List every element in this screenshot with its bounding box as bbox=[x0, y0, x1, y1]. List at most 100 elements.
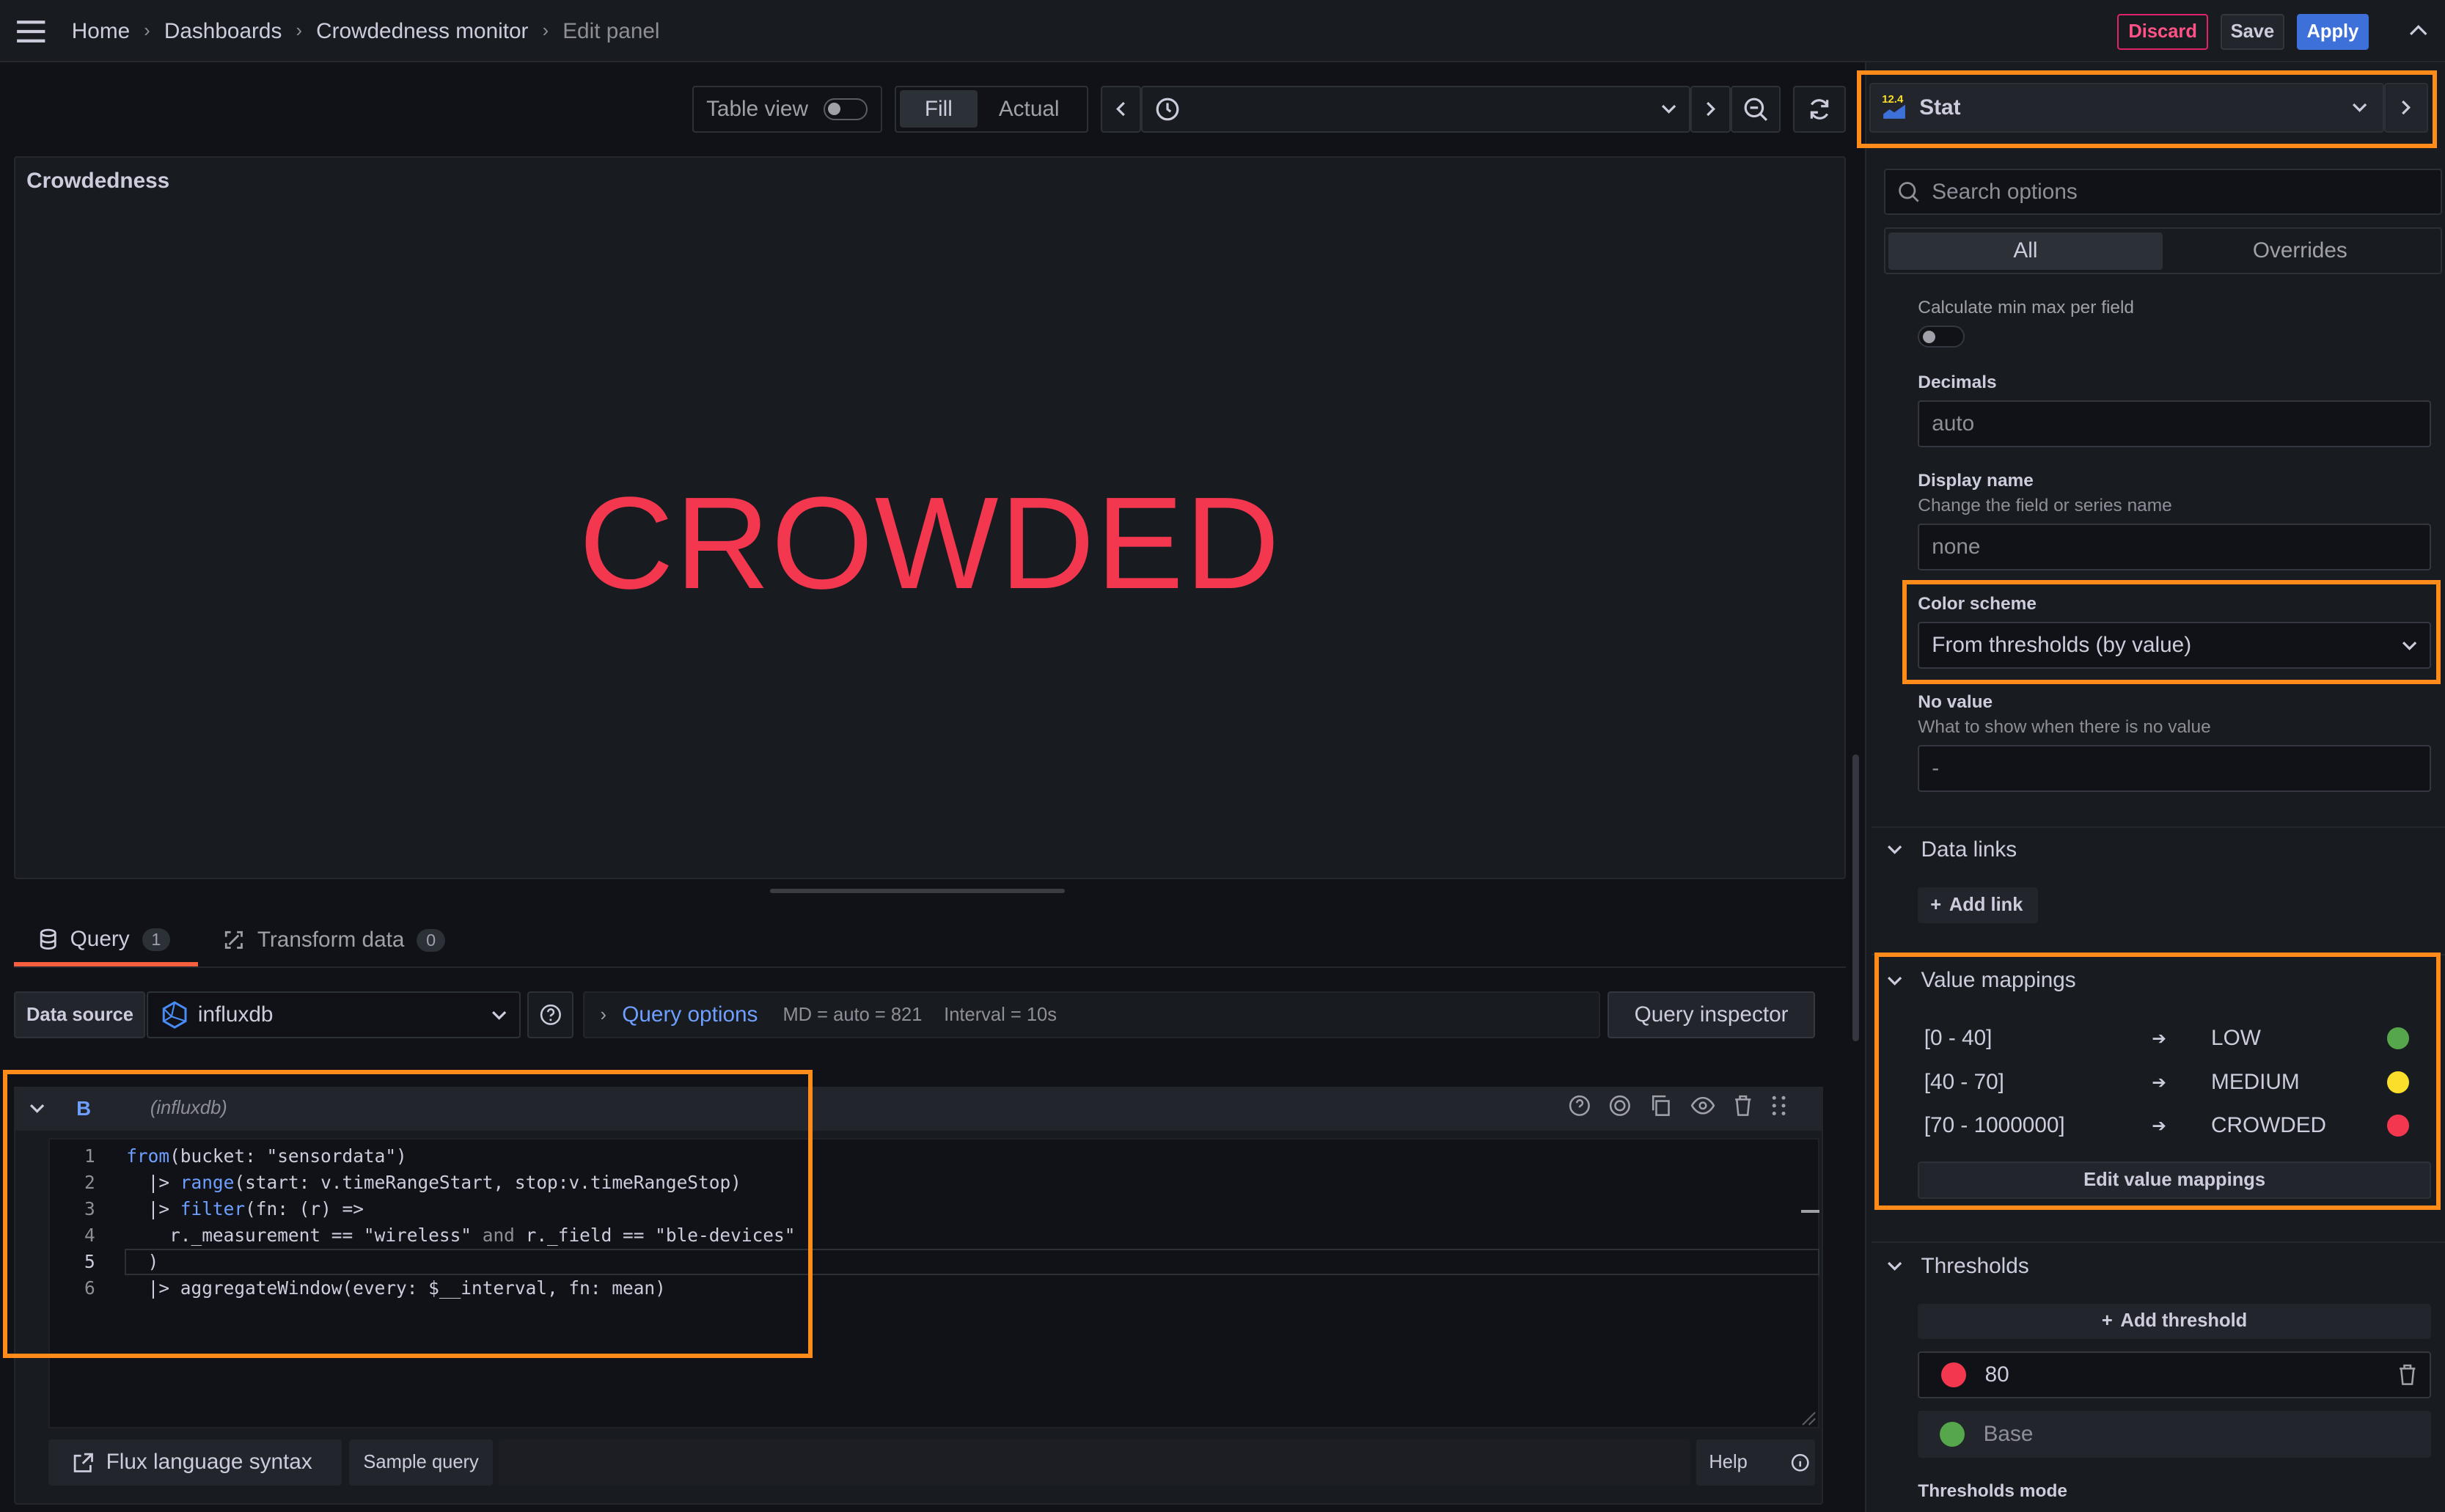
line-number: 4 bbox=[84, 1224, 95, 1246]
duplicate-icon[interactable] bbox=[1650, 1095, 1672, 1117]
resize-handle-icon[interactable] bbox=[1801, 1411, 1817, 1426]
viz-picker[interactable]: 12.4 Stat bbox=[1869, 82, 2385, 133]
value-mappings-list: [0 - 40] ➔ LOW [40 - 70] ➔ MEDIUM [70 - … bbox=[1918, 1016, 2431, 1148]
chevron-down-icon bbox=[2402, 641, 2417, 650]
add-threshold-button[interactable]: + Add threshold bbox=[1918, 1303, 2431, 1340]
search-placeholder: Search options bbox=[1932, 179, 2078, 204]
zoom-out-icon bbox=[1743, 97, 1768, 122]
breadcrumb-dashboards[interactable]: Dashboards bbox=[164, 19, 282, 44]
menu-icon[interactable] bbox=[15, 19, 47, 44]
transform-icon bbox=[223, 929, 245, 951]
query-inspector-button[interactable]: Query inspector bbox=[1608, 991, 1815, 1039]
breadcrumb-dashboard[interactable]: Crowdedness monitor bbox=[316, 19, 528, 44]
threshold-color[interactable] bbox=[1940, 1422, 1965, 1447]
chevron-down-icon bbox=[1887, 976, 1902, 986]
value-mappings-title: Value mappings bbox=[1921, 968, 2076, 993]
chevron-down-icon bbox=[1887, 1261, 1902, 1271]
editor-footer-fill bbox=[499, 1439, 1690, 1486]
query-ref-id[interactable]: B bbox=[76, 1097, 91, 1120]
data-links-header[interactable]: Data links bbox=[1887, 837, 2017, 862]
query-options-bar[interactable]: › Query options MD = auto = 821 Interval… bbox=[583, 991, 1600, 1039]
save-button[interactable]: Save bbox=[2220, 14, 2284, 51]
refresh-icon bbox=[1807, 97, 1832, 122]
display-name-input[interactable]: none bbox=[1918, 524, 2431, 571]
tab-all[interactable]: All bbox=[1888, 232, 2163, 270]
mapping-row: [70 - 1000000] ➔ CROWDED bbox=[1918, 1104, 2431, 1148]
help-icon bbox=[540, 1004, 562, 1026]
decimals-input[interactable]: auto bbox=[1918, 400, 2431, 448]
threshold-color[interactable] bbox=[1941, 1362, 1967, 1388]
value-mappings-header[interactable]: Value mappings bbox=[1887, 968, 2076, 993]
tab-transform[interactable]: Transform data 0 bbox=[223, 917, 445, 964]
chevron-down-icon bbox=[491, 1010, 507, 1020]
color-scheme-select[interactable]: From thresholds (by value) bbox=[1918, 622, 2431, 669]
editor-minimap-marker bbox=[1800, 1209, 1820, 1214]
no-value-input[interactable]: - bbox=[1918, 745, 2431, 793]
table-view-label: Table view bbox=[706, 96, 808, 121]
stat-value: CROWDED bbox=[579, 469, 1281, 616]
mapping-range: [40 - 70] bbox=[1924, 1069, 2004, 1094]
trash-icon[interactable] bbox=[2398, 1364, 2417, 1386]
chevron-right-icon: › bbox=[296, 21, 302, 41]
clock-icon bbox=[1155, 97, 1180, 122]
table-view-switch[interactable] bbox=[824, 98, 868, 120]
section-divider bbox=[1871, 826, 2445, 829]
edit-mappings-button[interactable]: Edit value mappings bbox=[1918, 1161, 2431, 1200]
refresh-button[interactable] bbox=[1793, 85, 1847, 133]
splitter-handle[interactable] bbox=[770, 888, 1066, 894]
datasource-picker[interactable]: influxdb bbox=[146, 991, 521, 1039]
options-search[interactable]: Search options bbox=[1883, 168, 2442, 216]
add-link-label: Add link bbox=[1949, 894, 2023, 915]
arrow-right-icon: ➔ bbox=[2152, 1029, 2166, 1049]
help-button[interactable]: Help bbox=[1696, 1439, 1815, 1486]
breadcrumb-home[interactable]: Home bbox=[72, 19, 130, 44]
help-icon[interactable] bbox=[1569, 1095, 1591, 1117]
trash-icon[interactable] bbox=[1734, 1095, 1753, 1117]
line-number: 3 bbox=[84, 1197, 95, 1219]
threshold-value: 80 bbox=[1984, 1362, 2009, 1387]
threshold-row-base: Base bbox=[1918, 1411, 2431, 1458]
chevron-right-icon: › bbox=[542, 21, 549, 41]
query-count-badge: 1 bbox=[142, 928, 171, 951]
section-divider bbox=[1871, 954, 2445, 956]
viz-expand-button[interactable] bbox=[2384, 82, 2428, 133]
chevron-down-icon bbox=[1887, 845, 1902, 855]
table-view-toggle[interactable]: Table view bbox=[692, 85, 883, 133]
query-history-icon[interactable] bbox=[1609, 1095, 1631, 1117]
thresholds-title: Thresholds bbox=[1921, 1253, 2029, 1278]
decimals-label: Decimals bbox=[1918, 373, 1997, 393]
thresholds-header[interactable]: Thresholds bbox=[1887, 1254, 2029, 1279]
sample-query-button[interactable]: Sample query bbox=[349, 1439, 493, 1486]
apply-button[interactable]: Apply bbox=[2296, 14, 2369, 51]
calc-minmax-switch[interactable] bbox=[1918, 326, 1965, 348]
time-picker[interactable] bbox=[1141, 85, 1690, 133]
threshold-row[interactable]: 80 bbox=[1918, 1351, 2431, 1399]
plus-icon: + bbox=[2101, 1310, 2113, 1332]
time-back-button[interactable] bbox=[1101, 85, 1142, 133]
discard-button[interactable]: Discard bbox=[2117, 14, 2208, 51]
flux-syntax-link[interactable]: Flux language syntax bbox=[48, 1439, 342, 1486]
display-name-desc: Change the field or series name bbox=[1918, 496, 2172, 516]
eye-icon[interactable] bbox=[1690, 1096, 1715, 1115]
influxdb-icon bbox=[161, 1001, 188, 1029]
tab-overrides[interactable]: Overrides bbox=[2163, 232, 2437, 270]
zoom-out-button[interactable] bbox=[1731, 85, 1781, 133]
time-forward-button[interactable] bbox=[1690, 85, 1731, 133]
chevron-right-icon: › bbox=[144, 21, 150, 41]
fill-option[interactable]: Fill bbox=[899, 90, 978, 128]
add-link-button[interactable]: + Add link bbox=[1918, 887, 2039, 923]
query-row-header[interactable]: B (influxdb) bbox=[14, 1087, 1823, 1131]
collapse-icon[interactable] bbox=[2409, 23, 2428, 36]
tab-query[interactable]: Query 1 bbox=[14, 917, 199, 967]
left-scrollbar[interactable] bbox=[1852, 755, 1859, 1042]
external-link-icon bbox=[73, 1453, 94, 1473]
code-lines: from(bucket: "sensordata") |> range(star… bbox=[126, 1143, 795, 1302]
drag-handle-icon[interactable] bbox=[1771, 1095, 1786, 1117]
chevron-down-icon[interactable] bbox=[29, 1104, 45, 1114]
add-threshold-label: Add threshold bbox=[2120, 1310, 2248, 1332]
query-options-label[interactable]: Query options bbox=[622, 1002, 758, 1027]
mapping-color bbox=[2387, 1027, 2410, 1049]
datasource-help-button[interactable] bbox=[527, 991, 574, 1039]
line-number: 6 bbox=[84, 1277, 95, 1299]
actual-option[interactable]: Actual bbox=[978, 90, 1080, 128]
